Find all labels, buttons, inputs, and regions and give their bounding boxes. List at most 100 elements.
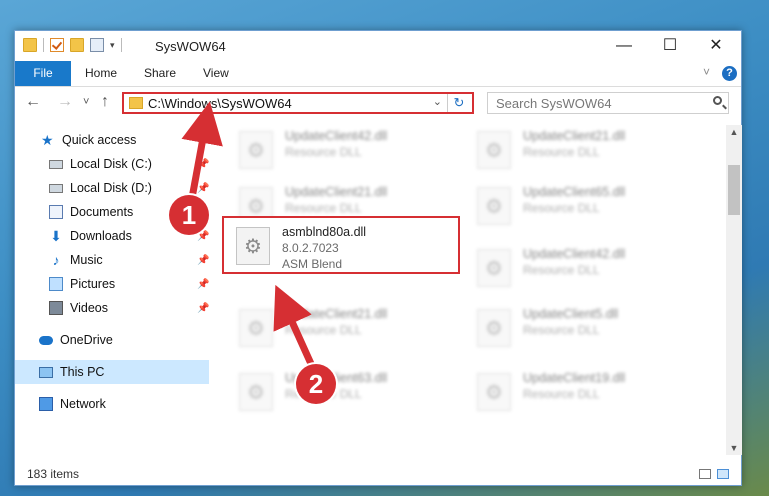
tab-home[interactable]: Home [85,61,117,86]
file-description: Resource DLL [523,387,600,401]
sidebar-item-onedrive[interactable]: OneDrive [15,328,209,352]
music-icon: ♪ [52,252,60,268]
search-box[interactable]: Search SysWOW64 [487,92,729,114]
file-name: UpdateClient42.dll [285,129,388,143]
list-item[interactable]: asmblnd80a.dll 8.0.2.7023 ASM Blend [234,223,434,273]
file-list: UpdateClient42.dll Resource DLL UpdateCl… [211,125,725,450]
window-title: SysWOW64 [155,39,226,54]
scrollbar-thumb[interactable] [728,165,740,215]
dll-file-icon [239,373,273,411]
scroll-up-icon[interactable]: ▲ [726,125,742,139]
file-name: UpdateClient65.dll [523,185,626,199]
new-folder-icon[interactable] [70,38,84,52]
properties-check-icon[interactable] [50,38,64,52]
folder-icon [129,97,143,109]
search-input[interactable]: Search SysWOW64 [496,96,612,111]
pin-icon[interactable]: 📌 [197,255,209,266]
tab-share[interactable]: Share [144,61,176,86]
network-icon [39,397,53,411]
up-button[interactable]: ↑ [101,93,109,111]
qa-dropdown-icon[interactable]: ▾ [110,40,115,51]
vertical-scrollbar[interactable]: ▲ ▼ [726,125,742,455]
address-bar[interactable]: C:\Windows\SysWOW64 ⌄ ↻ [122,92,474,114]
recent-locations-button[interactable]: ˅ [83,96,89,108]
divider [43,38,44,52]
file-description: Resource DLL [523,263,600,277]
file-description: Resource DLL [523,201,600,215]
pin-icon[interactable]: 📌 [197,303,209,314]
sidebar-item-label: OneDrive [60,333,113,347]
navigation-pane: ★ Quick access Local Disk (C:) 📌 Local D… [15,125,209,445]
large-icons-view-icon[interactable] [717,469,729,479]
list-item[interactable]: UpdateClient42.dll Resource DLL [475,245,675,295]
sidebar-item-quick-access[interactable]: ★ Quick access [15,128,209,152]
sidebar-item-music[interactable]: ♪ Music 📌 [15,248,210,272]
sidebar-item-label: Music [70,253,103,267]
quick-access-toolbar: ▾ [23,38,122,52]
divider [120,38,122,52]
dll-file-icon [477,131,511,169]
file-description: Resource DLL [285,145,362,159]
status-bar: 183 items [15,463,741,485]
file-description: Resource DLL [523,145,600,159]
list-item[interactable]: UpdateClient42.dll Resource DLL [237,127,437,177]
sidebar-item-local-disk-c[interactable]: Local Disk (C:) 📌 [15,152,209,176]
pin-icon[interactable]: 📌 [197,159,209,170]
dll-file-icon [477,373,511,411]
sidebar-item-videos[interactable]: Videos 📌 [15,296,209,320]
dll-file-icon [477,187,511,225]
pc-icon [39,366,53,378]
pin-icon[interactable]: 📌 [197,279,209,290]
list-item[interactable]: UpdateClient19.dll Resource DLL [475,369,675,419]
file-description: ASM Blend [282,257,343,271]
sidebar-item-this-pc[interactable]: This PC [15,360,209,384]
sidebar-item-label: Documents [70,205,134,219]
expand-ribbon-icon[interactable]: ˅ [703,65,710,79]
details-view-icon[interactable] [699,469,711,479]
search-icon[interactable] [713,96,722,105]
cloud-icon [39,335,53,345]
minimize-button[interactable]: — [601,31,647,61]
pin-icon[interactable]: 📌 [197,183,209,194]
address-path[interactable]: C:\Windows\SysWOW64 [148,96,292,111]
close-button[interactable]: ✕ [693,31,739,61]
dll-file-icon [477,309,511,347]
navigation-bar: ← → ˅ ↑ C:\Windows\SysWOW64 ⌄ ↻ Search S… [15,87,741,119]
scroll-down-icon[interactable]: ▼ [726,441,742,455]
tab-file[interactable]: File [15,61,71,86]
download-icon: ⬇ [50,228,62,244]
sidebar-item-pictures[interactable]: Pictures 📌 [15,272,209,296]
address-dropdown-icon[interactable]: ⌄ [433,95,442,108]
list-item[interactable]: UpdateClient21.dll Resource DLL [237,305,437,355]
item-count: 183 items [27,467,80,481]
file-description: Resource DLL [523,323,600,337]
forward-button[interactable]: → [57,93,73,111]
file-name: asmblnd80a.dll [282,225,367,239]
file-description: Resource DLL [285,201,362,215]
dll-file-icon [239,131,273,169]
sidebar-item-label: Local Disk (C:) [70,157,152,171]
sidebar-item-label: Network [60,397,106,411]
sidebar-item-label: Downloads [70,229,132,243]
dll-file-icon [239,309,273,347]
file-name: UpdateClient21.dll [523,129,626,143]
help-icon[interactable]: ? [722,66,737,81]
list-item[interactable]: UpdateClient5.dll Resource DLL [475,305,675,355]
dll-file-icon [236,227,270,265]
maximize-button[interactable]: ☐ [647,31,693,61]
refresh-button[interactable]: ↻ [447,94,470,112]
customize-icon[interactable] [90,38,104,52]
list-item[interactable]: UpdateClient21.dll Resource DLL [475,127,675,177]
list-item[interactable]: UpdateClient63.dll Resource DLL [237,369,437,419]
file-version: 8.0.2.7023 [282,241,339,255]
highlighted-file[interactable]: asmblnd80a.dll 8.0.2.7023 ASM Blend [222,216,460,274]
list-item[interactable]: UpdateClient65.dll Resource DLL [475,183,675,233]
sidebar-item-label: Local Disk (D:) [70,181,152,195]
tab-view[interactable]: View [203,61,229,86]
callout-2: 2 [296,364,336,404]
sidebar-item-network[interactable]: Network [15,392,209,416]
file-name: UpdateClient21.dll [285,307,388,321]
folder-icon [23,38,37,52]
sidebar-item-label: Videos [70,301,108,315]
back-button[interactable]: ← [25,93,41,111]
